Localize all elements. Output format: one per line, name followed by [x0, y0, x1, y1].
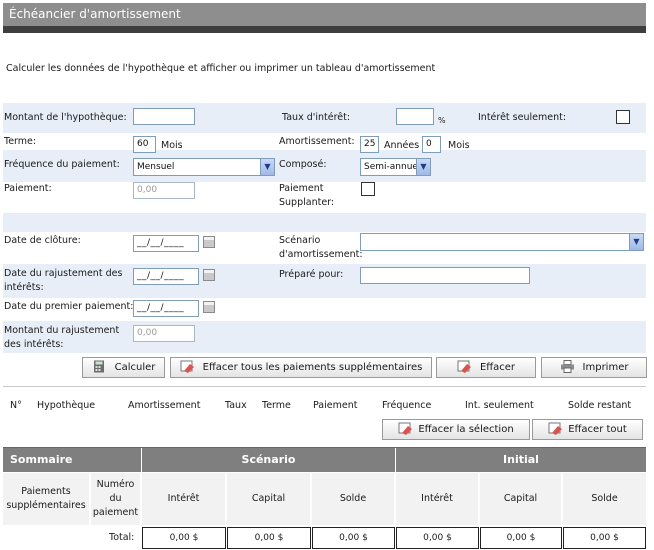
print-label: Imprimer — [582, 362, 629, 373]
scenario-capital-header: Capital — [227, 473, 311, 525]
col-remaining-balance: Solde restant — [568, 400, 632, 411]
calendar-icon[interactable] — [203, 269, 215, 281]
summary-scenario-header: Scénario — [142, 448, 395, 472]
calculate-label: Calculer — [114, 362, 156, 373]
payment-override-checkbox[interactable] — [361, 182, 375, 196]
compounded-value: Semi-annuel — [364, 162, 421, 172]
scenario-capital-total: 0,00 $ — [227, 527, 311, 549]
chevron-down-icon[interactable]: ▼ — [629, 234, 643, 250]
clear-extra-payments-button[interactable]: Effacer tous les paiements supplémentair… — [170, 357, 432, 378]
interest-only-label: Intérêt seulement: — [478, 112, 567, 123]
chevron-down-icon[interactable]: ▼ — [260, 159, 274, 175]
interest-adjustment-amount-label: Montant du rajustement des intérêts: — [4, 325, 120, 350]
page-title: Échéancier d'amortissement — [3, 3, 646, 26]
compounded-select[interactable]: Semi-annuel ▼ — [360, 158, 431, 176]
interest-adjustment-date-input[interactable]: __/__/____ — [133, 268, 199, 285]
clear-all-label: Effacer tout — [568, 424, 627, 435]
prepared-for-input[interactable] — [360, 267, 530, 284]
initial-interest-total: 0,00 $ — [396, 527, 479, 549]
amortization-label: Amortissement: — [279, 136, 355, 147]
clear-button[interactable]: Effacer — [436, 357, 536, 378]
interest-rate-label: Taux d'intérêt: — [282, 112, 351, 123]
col-payment: Paiement — [313, 400, 358, 411]
initial-balance-header: Solde — [563, 473, 646, 525]
print-button[interactable]: Imprimer — [541, 357, 647, 378]
initial-capital-total: 0,00 $ — [480, 527, 562, 549]
interest-only-checkbox[interactable] — [616, 110, 630, 124]
eraser-icon — [398, 422, 413, 435]
term-label: Terme: — [4, 136, 37, 147]
clear-all-button[interactable]: Effacer tout — [532, 419, 643, 440]
percent-sign: % — [438, 116, 446, 125]
eraser-icon — [180, 360, 194, 373]
compounded-label: Composé: — [279, 159, 327, 170]
payment-frequency-value: Mensuel — [137, 162, 175, 172]
scenario-label: Scénario d'amortissement: — [279, 235, 363, 260]
col-rate: Taux — [225, 400, 247, 411]
term-input[interactable]: 60 — [133, 136, 156, 153]
scenario-table-header: N° Hypothèque Amortissement Taux Terme P… — [3, 397, 646, 415]
calculate-button[interactable]: Calculer — [82, 357, 165, 378]
col-term: Terme — [262, 400, 291, 411]
interest-adjustment-amount-input[interactable]: 0,00 — [133, 325, 195, 342]
scenario-interest-total: 0,00 $ — [142, 527, 226, 549]
payment-override-label: Paiement Supplanter: — [279, 183, 335, 208]
form-band-3 — [3, 213, 646, 232]
scenario-interest-header: Intérêt — [142, 473, 226, 525]
scenario-balance-header: Solde — [312, 473, 395, 525]
closing-date-label: Date de clôture: — [4, 235, 81, 246]
clear-label: Effacer — [479, 362, 516, 373]
col-frequency: Fréquence — [382, 400, 432, 411]
interest-rate-input[interactable] — [396, 108, 434, 125]
page-subtitle: Calculer les données de l'hypothèque et … — [6, 63, 436, 74]
col-number: N° — [10, 400, 22, 411]
extra-payments-header: Paiements supplémentaires — [3, 473, 90, 525]
chevron-down-icon[interactable]: ▼ — [416, 159, 430, 175]
payment-frequency-select[interactable]: Mensuel ▼ — [133, 158, 275, 176]
col-mortgage: Hypothèque — [37, 400, 96, 411]
printer-icon — [560, 359, 574, 373]
summary-initial-header: Initial — [396, 448, 646, 472]
col-interest-only: Int. seulement — [465, 400, 534, 411]
payment-label: Paiement: — [4, 183, 52, 194]
total-label: Total: — [109, 532, 135, 543]
years-unit: Années — [384, 140, 420, 151]
calculator-icon — [93, 360, 104, 372]
scenario-balance-total: 0,00 $ — [312, 527, 395, 549]
eraser-icon — [548, 422, 563, 435]
initial-interest-header: Intérêt — [396, 473, 479, 525]
initial-balance-total: 0,00 $ — [563, 527, 646, 549]
initial-capital-header: Capital — [480, 473, 562, 525]
prepared-for-label: Préparé pour: — [279, 269, 344, 280]
calendar-icon[interactable] — [203, 301, 215, 313]
months-unit: Mois — [448, 140, 470, 151]
clear-selection-label: Effacer la sélection — [418, 424, 514, 435]
clear-extra-payments-label: Effacer tous les paiements supplémentair… — [202, 362, 423, 373]
col-amortization: Amortissement — [128, 400, 201, 411]
payment-frequency-label: Fréquence du paiement: — [4, 159, 120, 170]
closing-date-input[interactable]: __/__/____ — [133, 235, 199, 252]
payment-number-header: Numéro du paiement — [91, 473, 141, 525]
amortization-months-input[interactable]: 0 — [422, 136, 441, 153]
title-rule — [3, 26, 646, 33]
divider — [3, 386, 646, 387]
calendar-icon[interactable] — [203, 236, 215, 248]
summary-title: Sommaire — [3, 448, 141, 472]
term-unit: Mois — [161, 140, 183, 151]
first-payment-date-label: Date du premier paiement: — [4, 301, 134, 312]
eraser-icon — [457, 360, 471, 373]
amortization-years-input[interactable]: 25 — [360, 136, 379, 153]
interest-adjustment-date-label: Date du rajustement des intérêts: — [4, 268, 123, 293]
mortgage-amount-input[interactable] — [133, 108, 195, 125]
clear-selection-button[interactable]: Effacer la sélection — [382, 419, 530, 440]
scenario-select[interactable]: ▼ — [360, 233, 644, 251]
mortgage-amount-label: Montant de l'hypothèque: — [4, 112, 127, 123]
payment-input[interactable]: 0,00 — [133, 182, 195, 199]
first-payment-date-input[interactable]: __/__/____ — [133, 300, 199, 317]
